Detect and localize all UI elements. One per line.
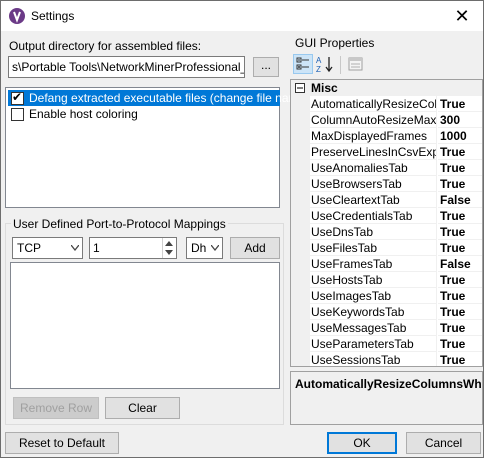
settings-window: Settings ✕ Output directory for assemble…: [0, 0, 484, 458]
option-host-coloring[interactable]: Enable host coloring: [8, 106, 280, 122]
options-list: ✔ Defang extracted executable files (cha…: [5, 87, 309, 208]
property-description-title: AutomaticallyResizeColumnsWh: [295, 377, 482, 391]
property-name: UseCredentialsTab: [310, 208, 437, 224]
port-value: 1: [93, 241, 100, 255]
svg-text:A: A: [316, 56, 322, 65]
output-directory-field[interactable]: s\Portable Tools\NetworkMinerProfessiona…: [8, 56, 245, 78]
property-grid-toolbar: AZ: [290, 53, 483, 77]
gui-properties-label: GUI Properties: [295, 36, 375, 50]
property-row[interactable]: PreserveLinesInCsvExportTrue: [291, 144, 482, 160]
property-name: UseMessagesTab: [310, 320, 437, 336]
property-value[interactable]: 1000: [438, 128, 482, 144]
property-value[interactable]: True: [438, 304, 482, 320]
alphabetical-icon[interactable]: AZ: [315, 54, 335, 74]
property-name: UseAnomaliesTab: [310, 160, 437, 176]
property-row[interactable]: UseKeywordsTab True: [291, 304, 482, 320]
ok-button[interactable]: OK: [327, 432, 397, 454]
category-label: Misc: [311, 81, 338, 95]
property-value[interactable]: True: [438, 272, 482, 288]
property-name: PreserveLinesInCsvExport: [310, 144, 437, 160]
defang-checkbox[interactable]: ✔: [11, 90, 24, 105]
property-name: UseParametersTab: [310, 336, 437, 352]
reset-to-default-button[interactable]: Reset to Default: [5, 432, 119, 454]
property-row[interactable]: AutomaticallyResizeColumnsTrue: [291, 96, 482, 112]
port-stepper[interactable]: 1: [89, 237, 177, 259]
property-description: AutomaticallyResizeColumnsWh: [290, 371, 483, 425]
window-title: Settings: [31, 9, 75, 23]
remove-row-button[interactable]: Remove Row: [13, 397, 99, 419]
add-mapping-button[interactable]: Add: [230, 237, 280, 259]
toolbar-separator: [340, 56, 341, 74]
property-value[interactable]: True: [438, 96, 482, 112]
property-value[interactable]: True: [438, 336, 482, 352]
property-row[interactable]: MaxDisplayedFrames 1000: [291, 128, 482, 144]
property-row[interactable]: UseHostsTab True: [291, 272, 482, 288]
option-label: Enable host coloring: [29, 107, 138, 121]
property-value[interactable]: True: [438, 160, 482, 176]
property-row[interactable]: UseCredentialsTab True: [291, 208, 482, 224]
property-value[interactable]: True: [438, 176, 482, 192]
close-icon[interactable]: ✕: [451, 5, 473, 27]
property-value[interactable]: True: [438, 288, 482, 304]
dropdown-arrow-icon: [71, 245, 79, 251]
property-name: UseHostsTab: [310, 272, 437, 288]
property-value[interactable]: False: [438, 256, 482, 272]
output-directory-label: Output directory for assembled files:: [9, 39, 202, 53]
property-value[interactable]: True: [438, 320, 482, 336]
dissector-value: Dh: [191, 241, 207, 255]
property-name: UseFramesTab: [310, 256, 437, 272]
clear-button[interactable]: Clear: [105, 397, 180, 419]
property-name: UseFilesTab: [310, 240, 437, 256]
category-misc[interactable]: Misc: [291, 80, 482, 96]
collapse-icon[interactable]: [295, 83, 305, 93]
protocol-value: TCP: [17, 241, 41, 255]
property-value[interactable]: 300: [438, 112, 482, 128]
property-value[interactable]: False: [438, 192, 482, 208]
property-name: AutomaticallyResizeColumns: [310, 96, 437, 112]
dissector-select[interactable]: Dh: [186, 237, 223, 259]
property-value[interactable]: True: [438, 208, 482, 224]
property-value[interactable]: True: [438, 224, 482, 240]
property-name: MaxDisplayedFrames: [310, 128, 437, 144]
svg-text:Z: Z: [316, 65, 321, 74]
property-row[interactable]: UseDnsTab True: [291, 224, 482, 240]
property-row[interactable]: UseFramesTab False: [291, 256, 482, 272]
property-name: ColumnAutoResizeMaxWidth: [310, 112, 437, 128]
host-coloring-checkbox[interactable]: [11, 108, 24, 121]
property-row[interactable]: UseSessionsTab True: [291, 352, 482, 366]
mappings-list[interactable]: [10, 262, 280, 389]
property-value[interactable]: True: [438, 240, 482, 256]
dropdown-arrow-icon: [211, 245, 219, 251]
property-row[interactable]: UseFilesTab True: [291, 240, 482, 256]
property-name: UseCleartextTab: [310, 192, 437, 208]
cancel-button[interactable]: Cancel: [406, 432, 481, 454]
property-row[interactable]: UseCleartextTab False: [291, 192, 482, 208]
categorized-icon[interactable]: [293, 54, 313, 74]
property-grid: Misc AutomaticallyResizeColumnsTrueColum…: [290, 79, 483, 367]
title-bar: Settings ✕: [1, 1, 483, 31]
property-name: UseDnsTab: [310, 224, 437, 240]
property-row[interactable]: UseParametersTab True: [291, 336, 482, 352]
mappings-group-label: User Defined Port-to-Protocol Mappings: [11, 217, 228, 231]
property-name: UseSessionsTab: [310, 352, 437, 366]
property-row[interactable]: ColumnAutoResizeMaxWidth300: [291, 112, 482, 128]
property-pages-icon[interactable]: [346, 54, 366, 74]
option-defang-executables[interactable]: ✔ Defang extracted executable files (cha…: [8, 90, 309, 106]
property-name: UseKeywordsTab: [310, 304, 437, 320]
property-value[interactable]: True: [438, 352, 482, 366]
option-label: Defang extracted executable files (chang…: [29, 91, 310, 105]
property-row[interactable]: UseImagesTab True: [291, 288, 482, 304]
property-value[interactable]: True: [438, 144, 482, 160]
property-row[interactable]: UseAnomaliesTab True: [291, 160, 482, 176]
property-row[interactable]: UseMessagesTab True: [291, 320, 482, 336]
browse-button[interactable]: ...: [253, 57, 279, 77]
protocol-select[interactable]: TCP: [12, 237, 83, 259]
app-icon: [9, 8, 25, 24]
property-row[interactable]: UseBrowsersTab True: [291, 176, 482, 192]
property-name: UseBrowsersTab: [310, 176, 437, 192]
port-spin-buttons[interactable]: [162, 238, 176, 258]
property-name: UseImagesTab: [310, 288, 437, 304]
